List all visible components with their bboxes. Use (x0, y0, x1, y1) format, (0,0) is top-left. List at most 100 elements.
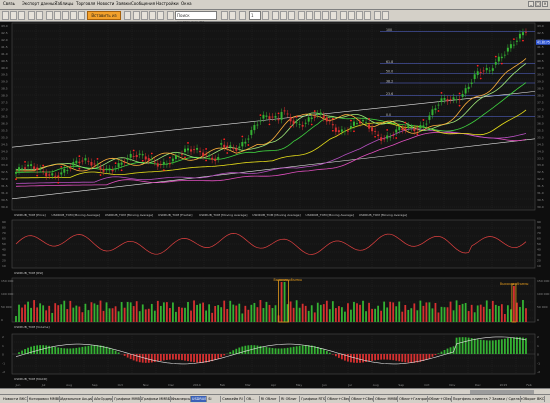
time-axis-label: Aug (66, 383, 72, 387)
toolbar-order-icon[interactable] (78, 11, 85, 20)
toolbar-sort-icon[interactable] (141, 11, 148, 20)
volume-bar (326, 301, 328, 322)
macd-histogram-bar (187, 354, 189, 361)
tab-0[interactable]: Новости ВКС (2, 396, 28, 402)
volume-bar (190, 311, 192, 322)
tab-5[interactable]: Графики ММВБ2 (141, 396, 171, 402)
volume-bar (81, 312, 83, 322)
toolbar-draw-icon[interactable] (298, 11, 305, 20)
tab-6[interactable]: Фьючерсы (171, 396, 191, 402)
tab-19[interactable]: Портфель клиента 7 Заявки / Сделки (452, 396, 522, 402)
volume-bar (178, 307, 180, 322)
close-button[interactable]: × (542, 1, 548, 7)
menu-item-messages[interactable]: Сообщения (131, 1, 155, 7)
menu-item-trading[interactable]: Торговля (76, 1, 95, 7)
maximize-button[interactable]: □ (535, 1, 541, 7)
hotkey-button[interactable]: Вставить из (87, 11, 121, 20)
candle-body (434, 108, 436, 110)
toolbar-template-icon[interactable] (364, 11, 371, 20)
macd-histogram-bar (308, 345, 310, 354)
volume-bar (51, 313, 53, 322)
volume-bar (441, 307, 443, 322)
tab-13[interactable]: Графики RTS (300, 396, 326, 402)
toolbar-fibo-icon[interactable] (314, 11, 321, 20)
toolbar-zoom-out-icon[interactable] (348, 11, 355, 20)
tab-8[interactable]: Si (207, 396, 221, 402)
tab-2[interactable]: Идеальное Акций (60, 396, 94, 402)
volume-bar (163, 302, 165, 322)
tab-12[interactable]: RI Облиг (280, 396, 300, 402)
toolbar-layout-icon[interactable] (229, 11, 236, 20)
toolbar-lock-icon[interactable] (124, 11, 131, 20)
tab-9[interactable]: Самкейв RI (221, 396, 245, 402)
zoom-dropdown-icon[interactable] (262, 11, 269, 20)
tab-4[interactable]: Графики ММВБ (113, 396, 141, 402)
rsi-axis-label: 40 (537, 248, 541, 252)
menu-item-orders[interactable]: Заявки (116, 1, 131, 7)
toolbar-save-icon[interactable] (10, 11, 17, 20)
price-axis-label: 34.5 (537, 142, 544, 146)
price-axis-label-left: 41.0 (1, 52, 8, 56)
macd-histogram-bar (142, 354, 144, 363)
toolbar-text-icon[interactable] (330, 11, 337, 20)
candle-body (157, 163, 159, 166)
toolbar-settings-icon[interactable] (382, 11, 389, 20)
menu-item-export[interactable]: Экспорт данных (22, 1, 57, 7)
toolbar-table-icon[interactable] (46, 11, 53, 20)
tab-14[interactable]: Облиг+Сбер (326, 396, 350, 402)
menu-item-tables[interactable]: Таблицы (55, 1, 73, 7)
toolbar-channel-icon[interactable] (322, 11, 329, 20)
chart-area[interactable]: 10061.850.038.223.60.041.817543.042.542.… (0, 22, 550, 388)
zoom-select[interactable]: 1 (249, 11, 261, 20)
toolbar-line-icon[interactable] (288, 11, 295, 20)
tab-17[interactable]: Облиг+Газпром (398, 396, 428, 402)
macd-histogram-bar (486, 340, 488, 354)
toolbar-alarm-icon[interactable] (157, 11, 164, 20)
toolbar-find-icon[interactable] (149, 11, 156, 20)
toolbar-candles-icon[interactable] (272, 11, 279, 20)
toolbar-news-icon[interactable] (62, 11, 69, 20)
search-icon[interactable] (167, 11, 174, 20)
toolbar-open-icon[interactable] (2, 11, 9, 20)
tab-18[interactable]: Облиг+Сбер (428, 396, 452, 402)
chart-svg[interactable]: 10061.850.038.223.60.041.817543.042.542.… (0, 22, 550, 388)
tab-1[interactable]: Котировки ММВБ (28, 396, 60, 402)
fractal-marker (36, 175, 38, 177)
instrument-search-input[interactable]: Поиск инструмента (175, 11, 217, 20)
candle-body (389, 137, 391, 138)
rsi-axis-label-left: 70 (2, 231, 6, 235)
toolbar-copy-icon[interactable] (36, 11, 43, 20)
tab-15[interactable]: Облиг+Сбер (350, 396, 374, 402)
fib-level-label: 50.0 (386, 70, 393, 74)
minimize-button[interactable]: _ (528, 1, 534, 7)
toolbar-print-icon[interactable] (18, 11, 25, 20)
volume-bar (401, 312, 403, 322)
toolbar-trend-icon[interactable] (306, 11, 313, 20)
toolbar-bars-icon[interactable] (280, 11, 287, 20)
menu-item-settings[interactable]: Настройки (156, 1, 179, 7)
toolbar-grid-icon[interactable] (221, 11, 228, 20)
volume-bar (30, 308, 32, 322)
toolbar-zoom-in-icon[interactable] (340, 11, 347, 20)
toolbar-indicator-icon[interactable] (356, 11, 363, 20)
tab-16[interactable]: Облиг ММВБ (374, 396, 398, 402)
toolbar-chart-icon[interactable] (54, 11, 61, 20)
volume-bar (21, 308, 23, 322)
candle-body (109, 168, 111, 170)
tab-10[interactable]: Об... (245, 396, 260, 402)
tab-20[interactable]: Оборот ВКС (521, 396, 545, 402)
toolbar-alert-icon[interactable] (70, 11, 77, 20)
menu-item-connection[interactable]: Связь (3, 1, 15, 7)
menu-item-news[interactable]: Новости (97, 1, 114, 7)
tab-3[interactable]: АйсОрдер (93, 396, 113, 402)
macd-histogram-bar (477, 339, 479, 354)
toolbar-refresh-icon[interactable] (374, 11, 381, 20)
toolbar-list-icon[interactable] (239, 11, 246, 20)
menu-item-windows[interactable]: Окна (181, 1, 192, 7)
tab-11[interactable]: RI Облиг (260, 396, 280, 402)
toolbar-cut-icon[interactable] (28, 11, 35, 20)
toolbar-filter-icon[interactable] (133, 11, 140, 20)
fractal-marker (42, 165, 44, 167)
volume-bar (380, 311, 382, 322)
tab-7[interactable]: USDRUB (191, 396, 207, 402)
